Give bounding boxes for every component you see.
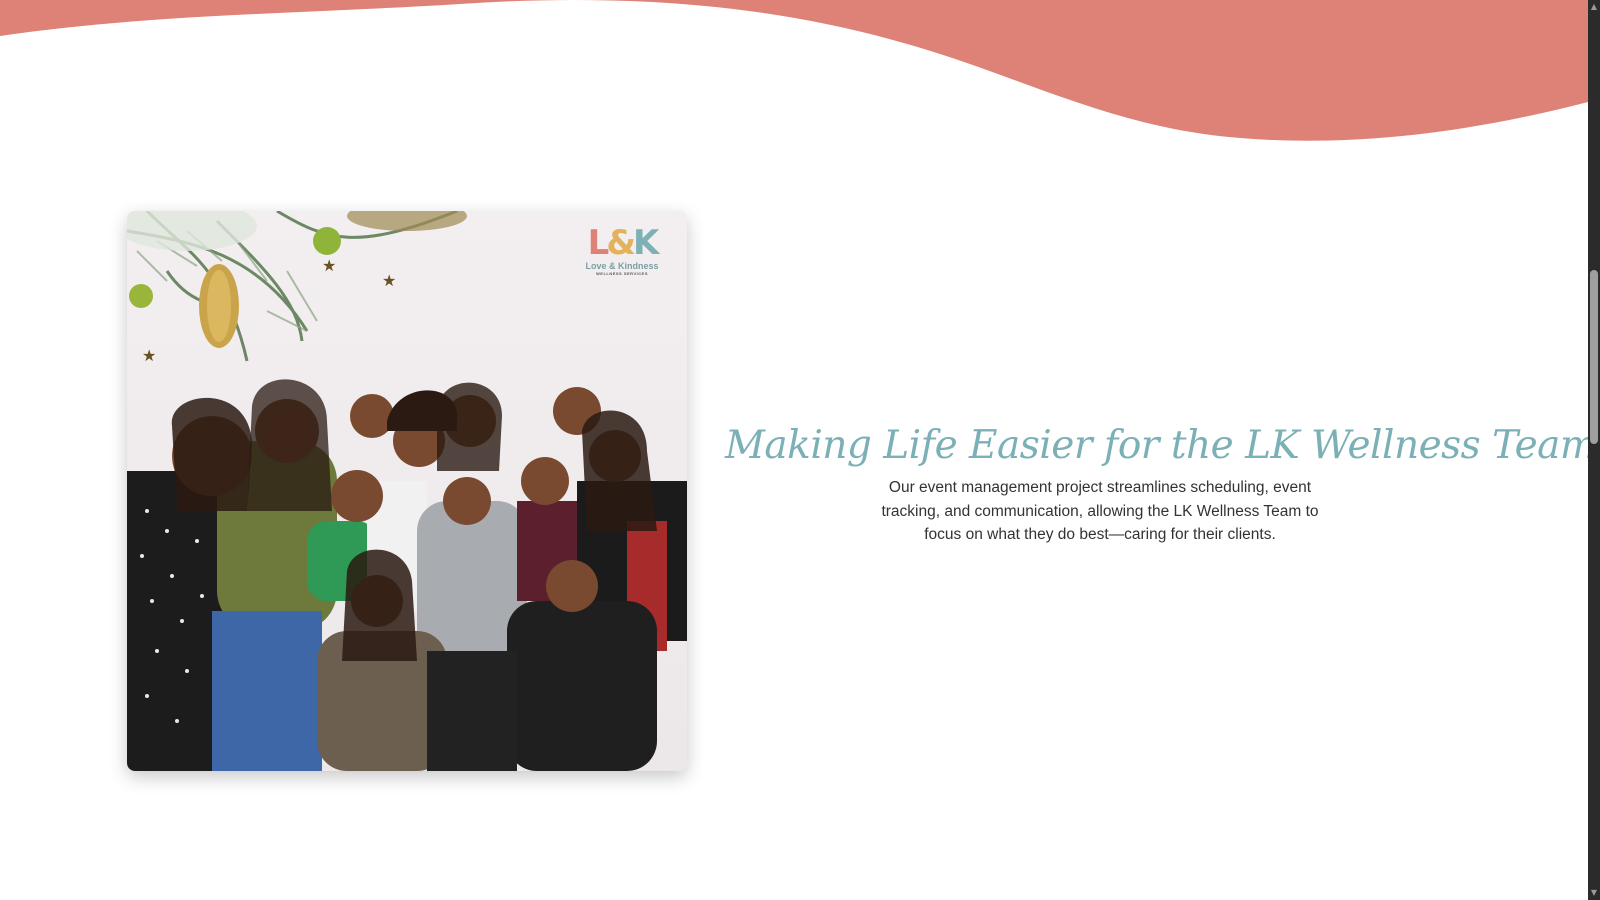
svg-text:★: ★: [382, 271, 396, 290]
scrollbar-thumb[interactable]: [1590, 270, 1598, 444]
logo-mark: L&K: [577, 225, 667, 261]
logo-mark-amp: &: [606, 223, 636, 263]
team-photo-illustration: ★ ★ ★: [127, 211, 687, 771]
team-photo: ★ ★ ★ L&K Love & Kindness WELLNESS SERVI…: [127, 211, 687, 771]
logo-name: Love & Kindness: [585, 261, 659, 271]
svg-text:★: ★: [142, 346, 156, 365]
svg-text:★: ★: [322, 256, 336, 275]
arrow-down-icon[interactable]: ▼: [1588, 886, 1600, 900]
page: ★ ★ ★ L&K Love & Kindness WELLNESS SERVI…: [0, 0, 1600, 900]
logo-mark-l: L: [587, 223, 610, 263]
love-and-kindness-logo: L&K Love & Kindness WELLNESS SERVICES: [577, 225, 667, 277]
vertical-scrollbar[interactable]: ▲ ▼: [1588, 0, 1600, 900]
logo-tagline: WELLNESS SERVICES: [596, 271, 648, 276]
arrow-up-icon[interactable]: ▲: [1588, 0, 1600, 14]
decorative-wave: [0, 0, 1588, 141]
section-body: Our event management project streamlines…: [881, 479, 1319, 543]
section-heading: Making Life Easier for the LK Wellness T…: [725, 423, 1597, 468]
logo-mark-k: K: [632, 223, 659, 263]
content-block: Making Life Easier for the LK Wellness T…: [725, 418, 1597, 547]
